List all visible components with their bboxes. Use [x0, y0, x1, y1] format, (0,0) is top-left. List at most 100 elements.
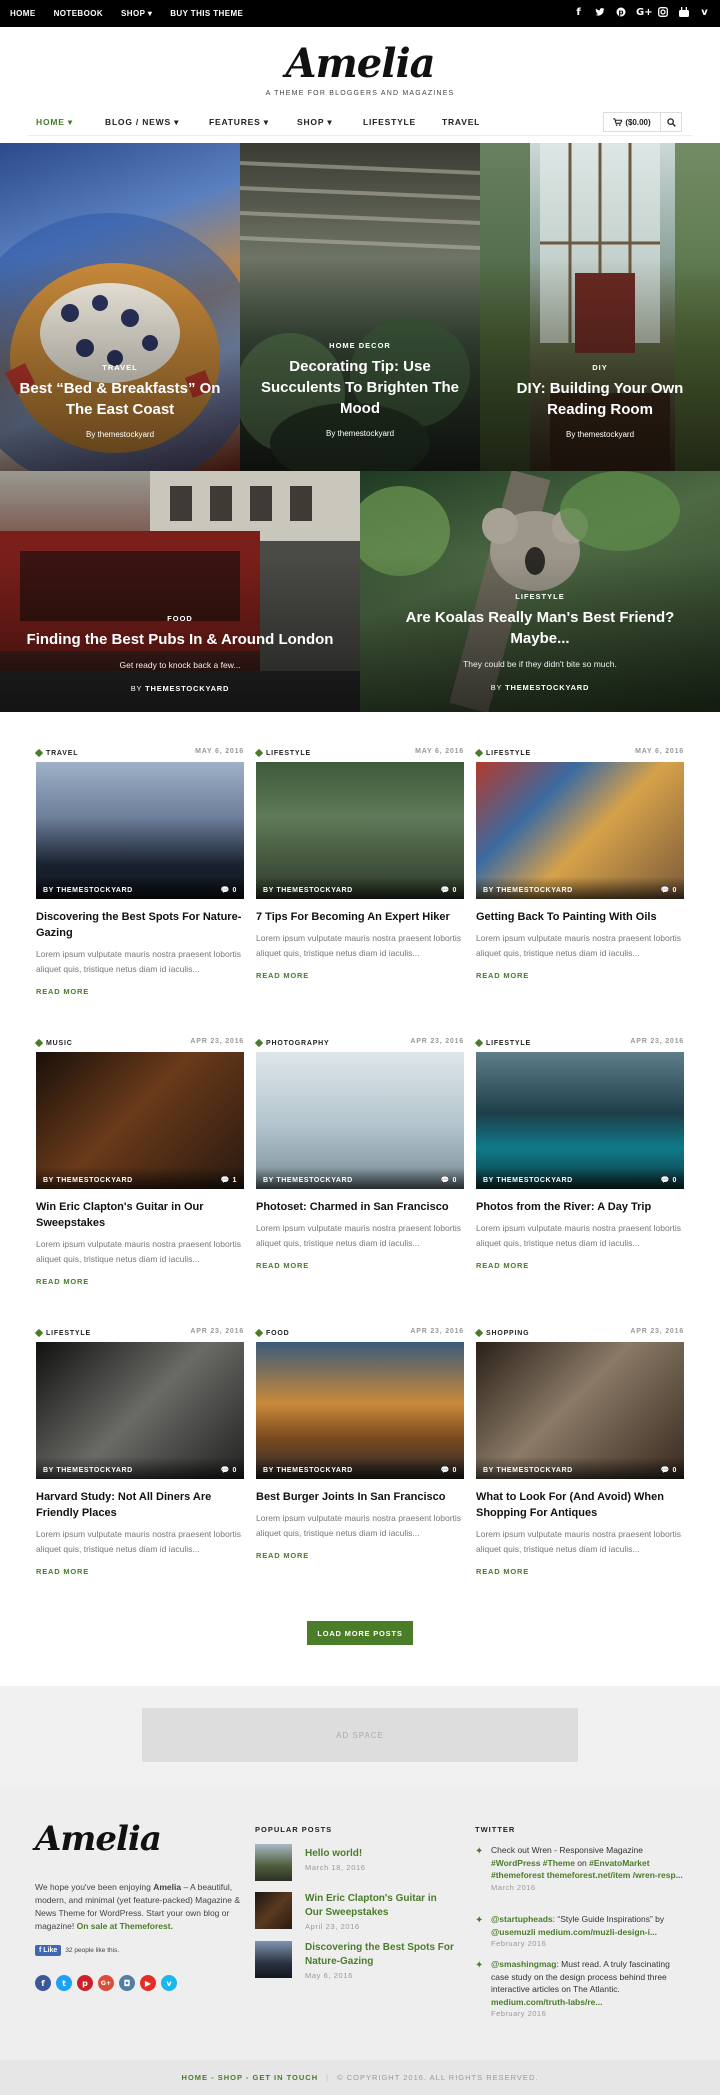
footer-themeforest-link[interactable]: On sale at Themeforest. [77, 1921, 173, 1931]
post-title[interactable]: Photoset: Charmed in San Francisco [256, 1199, 464, 1215]
read-more-link[interactable]: READ MORE [476, 971, 684, 980]
hero-tile-succulents[interactable]: HOME DECOR Decorating Tip: Use Succulent… [240, 143, 480, 471]
read-more-link[interactable]: READ MORE [256, 1551, 464, 1560]
tweet-text[interactable]: @smashingmag: Must read. A truly fascina… [491, 1958, 685, 2008]
post-author[interactable]: BY THEMESTOCKYARD [43, 1467, 133, 1474]
site-logo[interactable]: Amelia [0, 40, 720, 87]
hero-tile-koalas[interactable]: LIFESTYLE Are Koalas Really Man's Best F… [360, 471, 720, 712]
popular-post-thumbnail[interactable] [255, 1844, 292, 1881]
post-comments[interactable]: 💬 0 [441, 886, 457, 894]
pinterest-icon[interactable]: p [615, 7, 626, 20]
footer-logo[interactable]: Amelia [35, 1819, 162, 1859]
popular-post[interactable]: Win Eric Clapton's Guitar in Our Sweepst… [255, 1892, 455, 1932]
hero-tile-bed-breakfasts[interactable]: TRAVEL Best “Bed & Breakfasts” On The Ea… [0, 143, 240, 471]
read-more-link[interactable]: READ MORE [256, 1261, 464, 1270]
post-author[interactable]: BY THEMESTOCKYARD [43, 887, 133, 894]
read-more-link[interactable]: READ MORE [476, 1567, 684, 1576]
post-title[interactable]: Best Burger Joints In San Francisco [256, 1489, 464, 1505]
post-category[interactable]: MUSIC [34, 1038, 73, 1048]
post-author[interactable]: BY THEMESTOCKYARD [263, 1467, 353, 1474]
hero-tile-london-pubs[interactable]: FOOD Finding the Best Pubs In & Around L… [0, 471, 360, 712]
post-author[interactable]: BY THEMESTOCKYARD [483, 887, 573, 894]
nav-shop[interactable]: SHOP ▾ [297, 117, 332, 128]
post-author[interactable]: BY THEMESTOCKYARD [483, 1177, 573, 1184]
post-title[interactable]: What to Look For (And Avoid) When Shoppi… [476, 1489, 684, 1521]
top-nav-buy-theme[interactable]: BUY THIS THEME [170, 9, 243, 18]
top-nav-notebook[interactable]: NOTEBOOK [54, 9, 103, 18]
post-category[interactable]: PHOTOGRAPHY [254, 1038, 330, 1048]
popular-post-title[interactable]: Hello world! [305, 1847, 455, 1861]
fb-like-button[interactable]: f Like [35, 1945, 62, 1956]
hero-author-name[interactable]: THEMESTOCKYARD [145, 684, 229, 693]
google-plus-icon[interactable]: G+ [98, 1975, 114, 1991]
post-image[interactable]: BY THEMESTOCKYARD 💬 1 [36, 1052, 244, 1189]
nav-features[interactable]: FEATURES ▾ [209, 117, 269, 128]
load-more-button[interactable]: LOAD MORE POSTS [307, 1621, 413, 1645]
post-comments[interactable]: 💬 0 [441, 1466, 457, 1474]
hero-title[interactable]: Best “Bed & Breakfasts” On The East Coas… [18, 378, 222, 420]
post-author[interactable]: BY THEMESTOCKYARD [263, 1177, 353, 1184]
top-nav-home[interactable]: HOME [10, 9, 36, 18]
post-comments[interactable]: 💬 0 [441, 1176, 457, 1184]
post-image[interactable]: BY THEMESTOCKYARD 💬 0 [476, 1342, 684, 1479]
post-title[interactable]: Getting Back To Painting With Oils [476, 909, 684, 925]
nav-blog-news[interactable]: BLOG / NEWS ▾ [105, 117, 179, 128]
pinterest-icon[interactable]: p [77, 1975, 93, 1991]
read-more-link[interactable]: READ MORE [36, 987, 244, 996]
hero-title[interactable]: Finding the Best Pubs In & Around London [18, 629, 342, 650]
read-more-link[interactable]: READ MORE [476, 1261, 684, 1270]
hero-category[interactable]: DIY [498, 363, 702, 372]
post-comments[interactable]: 💬 0 [661, 1466, 677, 1474]
post-title[interactable]: Discovering the Best Spots For Nature-Ga… [36, 909, 244, 941]
cart-button[interactable]: ($0.00) [603, 112, 661, 132]
ad-space[interactable]: AD SPACE [142, 1708, 578, 1762]
popular-post-title[interactable]: Win Eric Clapton's Guitar in Our Sweepst… [305, 1892, 455, 1920]
post-category[interactable]: LIFESTYLE [474, 1038, 531, 1048]
hero-category[interactable]: FOOD [18, 614, 342, 623]
post-author[interactable]: BY THEMESTOCKYARD [263, 887, 353, 894]
popular-post-title[interactable]: Discovering the Best Spots For Nature-Ga… [305, 1941, 455, 1969]
post-image[interactable]: BY THEMESTOCKYARD 💬 0 [476, 1052, 684, 1189]
tweet-text[interactable]: Check out Wren - Responsive Magazine #Wo… [491, 1844, 685, 1882]
post-image[interactable]: BY THEMESTOCKYARD 💬 0 [256, 1342, 464, 1479]
hero-author-name[interactable]: THEMESTOCKYARD [505, 683, 589, 692]
popular-post-thumbnail[interactable] [255, 1892, 292, 1929]
hero-category[interactable]: LIFESTYLE [378, 592, 702, 601]
post-image[interactable]: BY THEMESTOCKYARD 💬 0 [476, 762, 684, 899]
hero-title[interactable]: Are Koalas Really Man's Best Friend? May… [378, 607, 702, 649]
youtube-icon[interactable] [678, 7, 689, 20]
hero-category[interactable]: TRAVEL [18, 363, 222, 372]
post-author[interactable]: BY THEMESTOCKYARD [483, 1467, 573, 1474]
instagram-icon[interactable]: ◘ [119, 1975, 135, 1991]
nav-travel[interactable]: TRAVEL [442, 117, 480, 127]
hero-title[interactable]: Decorating Tip: Use Succulents To Bright… [258, 356, 462, 419]
post-title[interactable]: Win Eric Clapton's Guitar in Our Sweepst… [36, 1199, 244, 1231]
post-image[interactable]: BY THEMESTOCKYARD 💬 0 [36, 762, 244, 899]
facebook-icon[interactable]: f [35, 1975, 51, 1991]
post-title[interactable]: Photos from the River: A Day Trip [476, 1199, 684, 1215]
post-comments[interactable]: 💬 0 [661, 1176, 677, 1184]
post-title[interactable]: Harvard Study: Not All Diners Are Friend… [36, 1489, 244, 1521]
post-category[interactable]: LIFESTYLE [254, 748, 311, 758]
hero-tile-reading-room[interactable]: DIY DIY: Building Your Own Reading Room … [480, 143, 720, 471]
post-image[interactable]: BY THEMESTOCKYARD 💬 0 [256, 1052, 464, 1189]
tweet-text[interactable]: @startupheads: “Style Guide Inspirations… [491, 1913, 685, 1938]
post-comments[interactable]: 💬 0 [661, 886, 677, 894]
youtube-icon[interactable]: ▶ [140, 1975, 156, 1991]
post-category[interactable]: LIFESTYLE [474, 748, 531, 758]
search-button[interactable] [661, 112, 682, 132]
read-more-link[interactable]: READ MORE [36, 1277, 244, 1286]
popular-post-thumbnail[interactable] [255, 1941, 292, 1978]
nav-home[interactable]: HOME ▾ [36, 117, 73, 128]
post-category[interactable]: SHOPPING [474, 1328, 529, 1338]
twitter-icon[interactable]: t [56, 1975, 72, 1991]
instagram-icon[interactable] [657, 7, 668, 20]
vimeo-icon[interactable]: v [161, 1975, 177, 1991]
post-comments[interactable]: 💬 1 [221, 1176, 237, 1184]
read-more-link[interactable]: READ MORE [256, 971, 464, 980]
hero-title[interactable]: DIY: Building Your Own Reading Room [498, 378, 702, 420]
hero-category[interactable]: HOME DECOR [258, 341, 462, 350]
nav-lifestyle[interactable]: LIFESTYLE [363, 117, 416, 127]
footer-links[interactable]: HOME - SHOP - GET IN TOUCH [182, 2073, 319, 2082]
post-image[interactable]: BY THEMESTOCKYARD 💬 0 [256, 762, 464, 899]
